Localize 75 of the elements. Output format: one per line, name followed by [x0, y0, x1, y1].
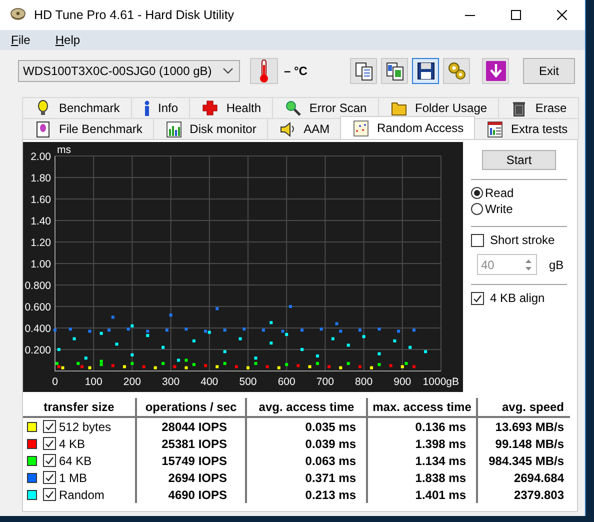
axis-label: 0 [52, 376, 58, 388]
size-label: Random [59, 488, 104, 502]
table-cell: 2694 IOPS [135, 469, 245, 486]
axis-label: 500 [239, 376, 257, 388]
checkbox-label: 4 KB align [490, 291, 545, 305]
column-header: avg. speed [476, 398, 570, 418]
tab[interactable]: Folder Usage [378, 97, 500, 118]
temperature-value: – °C [284, 64, 308, 78]
tab[interactable]: Random Access [340, 116, 475, 139]
unit-label: gB [549, 258, 564, 272]
tab[interactable]: Benchmark [22, 97, 132, 118]
table-cell: 0.063 ms [245, 452, 366, 469]
table-cell: 25381 IOPS [135, 435, 245, 452]
axis-label: 400 [200, 376, 218, 388]
tab[interactable]: Erase [498, 97, 580, 118]
table-cell: 1.134 ms [366, 452, 476, 469]
table-cell: 99.148 MB/s [476, 435, 570, 452]
axis-label: 0.800 [24, 280, 51, 292]
tab[interactable]: Info [131, 97, 190, 118]
axis-label: 1.60 [30, 194, 51, 206]
table-cell: 13.693 MB/s [476, 418, 570, 435]
axis-label: 0.200 [24, 344, 51, 356]
radio-label: Read [485, 186, 514, 200]
table-cell: 2379.803 [476, 486, 570, 503]
axis-label: 1.80 [30, 172, 51, 184]
tab[interactable]: Disk monitor [152, 118, 268, 139]
table-cell: 28044 IOPS [135, 418, 245, 435]
axis-label: 1.00 [30, 258, 51, 270]
axis-label: 900 [394, 376, 412, 388]
tab[interactable]: Extra tests [474, 118, 579, 139]
column-header: max. access time [366, 398, 476, 418]
radio-label: Write [485, 202, 513, 216]
column-header: avg. access time [245, 398, 366, 418]
axis-title: ms [57, 144, 71, 156]
table-cell: 0.213 ms [245, 486, 366, 503]
axis-label: 1.20 [30, 237, 51, 249]
table-cell: 15749 IOPS [135, 452, 245, 469]
tab[interactable]: Error Scan [272, 97, 380, 118]
table-cell: 2694.684 [476, 469, 570, 486]
table-cell: 1.401 ms [366, 486, 476, 503]
exit-button[interactable]: Exit [523, 58, 575, 84]
table-cell: 0.136 ms [366, 418, 476, 435]
axis-label: 200 [123, 376, 141, 388]
drive-dropdown[interactable]: WDS100T3X0C-00SJG0 (1000 gB) [18, 60, 240, 82]
size-label: 1 MB [59, 470, 88, 484]
menu-item[interactable]: Help [52, 33, 84, 47]
axis-label: 600 [278, 376, 296, 388]
axis-label: 1000gB [422, 376, 459, 388]
column-header: transfer size [23, 398, 135, 418]
size-label: 512 bytes [59, 420, 112, 434]
table-cell: 984.345 MB/s [476, 452, 570, 469]
tab[interactable]: File Benchmark [22, 118, 154, 139]
table-cell: 1.838 ms [366, 469, 476, 486]
table-cell: 4690 IOPS [135, 486, 245, 503]
axis-label: 100 [84, 376, 102, 388]
tab[interactable]: AAM [266, 118, 341, 139]
axis-label: 0.400 [24, 323, 51, 335]
menu-item[interactable]: File [8, 33, 34, 47]
table-cell: 0.035 ms [245, 418, 366, 435]
start-button[interactable]: Start [482, 150, 556, 170]
table-cell: 1.398 ms [366, 435, 476, 452]
axis-label: 300 [162, 376, 180, 388]
column-header: operations / sec [135, 398, 245, 418]
checkbox-label: Short stroke [490, 233, 555, 247]
size-label: 64 KB [59, 454, 92, 468]
tab[interactable]: Health [189, 97, 274, 118]
axis-label: 1.40 [30, 216, 51, 228]
table-cell: 0.039 ms [245, 435, 366, 452]
table-cell: 0.371 ms [245, 469, 366, 486]
size-label: 4 KB [59, 436, 86, 450]
axis-label: 800 [355, 376, 373, 388]
axis-label: 700 [316, 376, 334, 388]
axis-label: 2.00 [30, 151, 51, 163]
axis-label: 0.600 [24, 302, 51, 314]
window-title: HD Tune Pro 4.61 - Hard Disk Utility [34, 8, 236, 22]
